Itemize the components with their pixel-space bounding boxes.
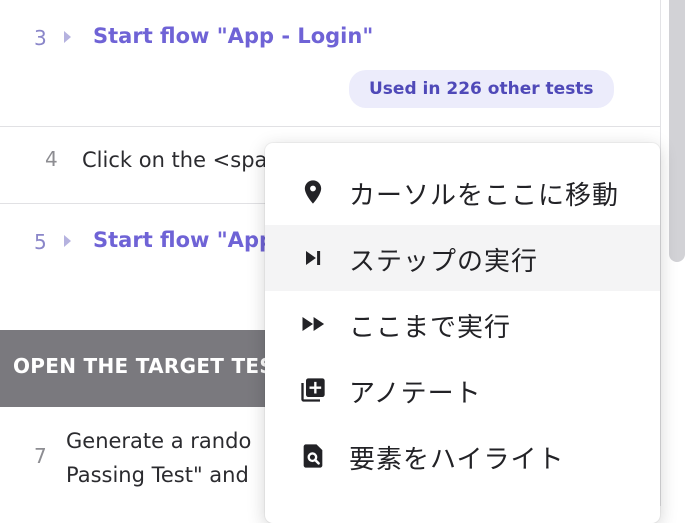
expand-caret-icon[interactable] — [64, 31, 71, 43]
step-text-line-2: Passing Test" and — [66, 463, 249, 487]
menu-item-move-cursor[interactable]: カーソルをここに移動 — [265, 159, 660, 225]
location-pin-icon — [304, 180, 322, 204]
usage-badge: Used in 226 other tests — [349, 70, 614, 108]
flow-title[interactable]: Start flow "App - Login" — [93, 24, 373, 48]
menu-item-highlight-element[interactable]: 要素をハイライト — [265, 423, 660, 489]
step-text-line-1: Generate a rando — [66, 429, 252, 453]
fast-forward-icon — [302, 317, 325, 331]
flow-title[interactable]: Start flow "App — [93, 228, 274, 252]
step-text: Click on the <spa — [82, 148, 268, 172]
menu-item-label: ステップの実行 — [349, 247, 539, 277]
scrollbar-thumb[interactable] — [669, 0, 685, 262]
menu-item-label: 要素をハイライト — [349, 445, 565, 475]
expand-caret-icon[interactable] — [64, 235, 71, 247]
menu-item-run-to-here[interactable]: ここまで実行 — [265, 291, 660, 357]
context-menu: カーソルをここに移動 ステップの実行 ここまで実行 アノテート 要素をハイライト — [265, 143, 660, 523]
find-in-page-icon — [303, 444, 323, 468]
menu-item-run-step[interactable]: ステップの実行 — [265, 225, 660, 291]
skip-next-icon — [306, 251, 321, 265]
menu-item-annotate[interactable]: アノテート — [265, 357, 660, 423]
step-number: 7 — [34, 444, 47, 468]
section-title: OPEN THE TARGET TES — [13, 354, 275, 378]
menu-item-label: アノテート — [349, 379, 482, 409]
add-note-icon — [301, 378, 325, 402]
step-number: 5 — [34, 230, 47, 254]
step-number: 4 — [45, 147, 58, 171]
step-row-3[interactable]: 3 Start flow "App - Login" Used in 226 o… — [0, 0, 660, 127]
step-number: 3 — [34, 26, 47, 50]
menu-item-label: カーソルをここに移動 — [349, 181, 620, 211]
menu-item-label: ここまで実行 — [349, 313, 512, 343]
